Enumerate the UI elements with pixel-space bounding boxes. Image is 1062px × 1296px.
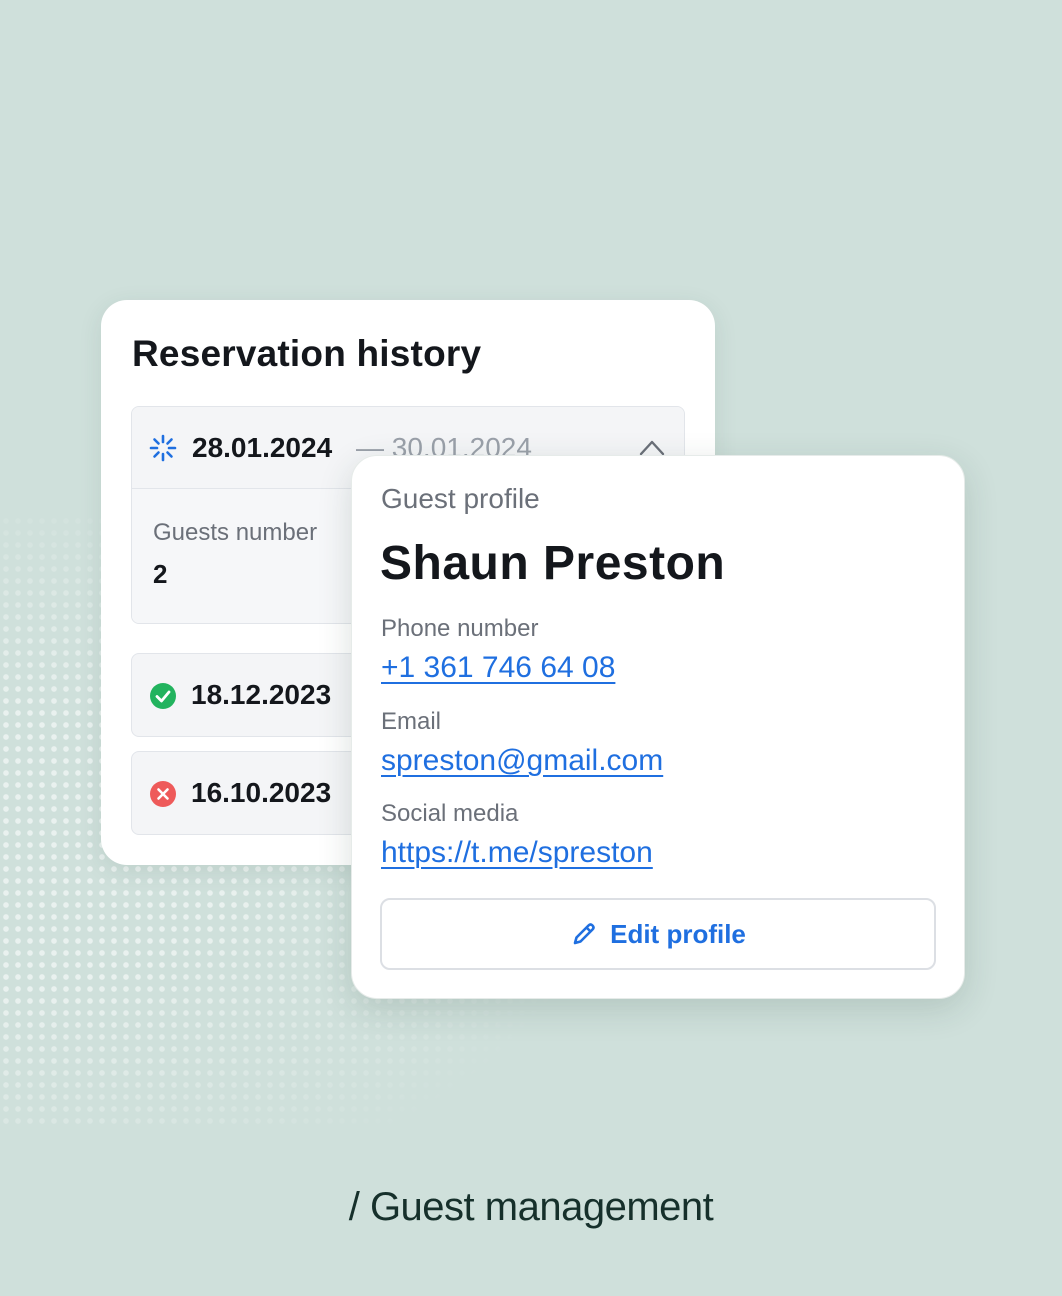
chevron-up-icon[interactable] — [638, 437, 666, 457]
email-label: Email — [381, 708, 442, 735]
guest-profile-subtitle: Guest profile — [381, 483, 540, 514]
reservation-date: 16.10.2023 — [191, 777, 332, 808]
spinner-icon — [149, 434, 177, 462]
guest-profile-card: Guest profile Shaun Preston Phone number… — [351, 455, 965, 999]
edit-profile-button[interactable]: Edit profile — [380, 898, 936, 970]
guests-number-label: Guests number — [153, 519, 318, 546]
pencil-icon — [573, 923, 595, 945]
guests-number-value: 2 — [153, 559, 168, 589]
section-caption: / Guest management — [348, 1185, 714, 1229]
edit-profile-label: Edit profile — [610, 918, 746, 949]
reservation-history-title: Reservation history — [132, 333, 482, 374]
reservation-date: 18.12.2023 — [191, 679, 332, 710]
x-circle-icon — [150, 781, 176, 807]
social-media-label: Social media — [381, 800, 519, 827]
reservation-start-date: 28.01.2024 — [192, 432, 333, 463]
email-link[interactable]: spreston@gmail.com — [381, 744, 663, 778]
guest-name: Shaun Preston — [380, 537, 726, 590]
check-circle-icon — [150, 683, 176, 709]
phone-number-link[interactable]: +1 361 746 64 08 — [381, 651, 615, 685]
phone-number-label: Phone number — [381, 615, 539, 642]
stage: Reservation history 28.01.2024 — 30.01.2… — [0, 0, 1062, 1296]
social-media-link[interactable]: https://t.me/spreston — [381, 836, 653, 870]
